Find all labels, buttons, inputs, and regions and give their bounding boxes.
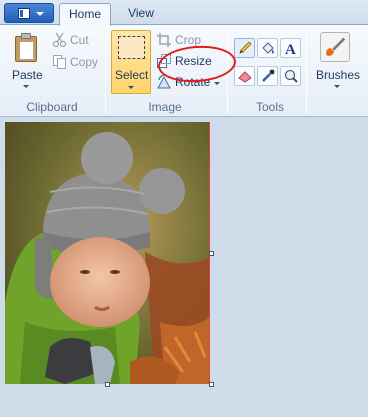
scissors-icon [52, 32, 67, 48]
document-icon [18, 8, 30, 19]
fill-tool[interactable] [257, 38, 278, 58]
photo-child-knit-hat [5, 122, 209, 384]
clipboard-group-label: Clipboard [26, 100, 78, 114]
tools-group-label: Tools [255, 100, 284, 114]
chevron-down-icon [23, 85, 29, 88]
eraser-tool[interactable] [234, 66, 255, 86]
resize-handle-bottom[interactable] [105, 382, 110, 387]
ribbon-tab-bar: Home View [0, 0, 368, 26]
group-divider [306, 29, 307, 113]
tab-view[interactable]: View [116, 3, 166, 26]
paste-icon [13, 32, 39, 62]
color-picker-icon [262, 69, 275, 82]
select-label: Select [115, 68, 149, 82]
application-menu-button[interactable] [4, 3, 54, 23]
text-tool[interactable]: A [280, 38, 301, 58]
cut-button[interactable]: Cut [51, 32, 96, 50]
magnifier-icon [284, 69, 298, 83]
chevron-down-icon [214, 82, 220, 85]
resize-handle-right[interactable] [209, 251, 214, 256]
pencil-icon [239, 41, 252, 54]
canvas-image[interactable] [5, 122, 210, 384]
brushes-label: Brushes [316, 68, 361, 82]
svg-text:A: A [285, 42, 296, 56]
copy-label: Copy [70, 55, 99, 69]
chevron-down-icon [36, 12, 44, 16]
pencil-tool[interactable] [234, 38, 255, 58]
text-icon: A [285, 42, 296, 56]
copy-icon [53, 55, 66, 69]
fill-bucket-icon [262, 42, 274, 54]
paste-label: Paste [12, 68, 43, 82]
copy-button[interactable]: Copy [51, 54, 101, 72]
cut-label: Cut [70, 33, 89, 47]
resize-handle-corner[interactable] [209, 382, 214, 387]
chevron-down-icon [128, 86, 134, 89]
group-divider [105, 29, 106, 113]
brushes-button[interactable]: Brushes [311, 29, 363, 95]
crop-icon [157, 33, 171, 47]
chevron-down-icon [334, 85, 340, 88]
image-group-label: Image [148, 100, 182, 114]
canvas-area[interactable] [0, 117, 368, 417]
tab-home[interactable]: Home [59, 3, 111, 26]
paste-button[interactable]: Paste [6, 29, 46, 95]
color-picker-tool[interactable] [257, 66, 278, 86]
select-icon [118, 36, 145, 59]
brush-icon [320, 32, 350, 62]
magnifier-tool[interactable] [280, 66, 301, 86]
eraser-icon [238, 71, 252, 83]
ribbon: Paste Cut Copy Clipboard Select Crop Res… [0, 25, 368, 117]
